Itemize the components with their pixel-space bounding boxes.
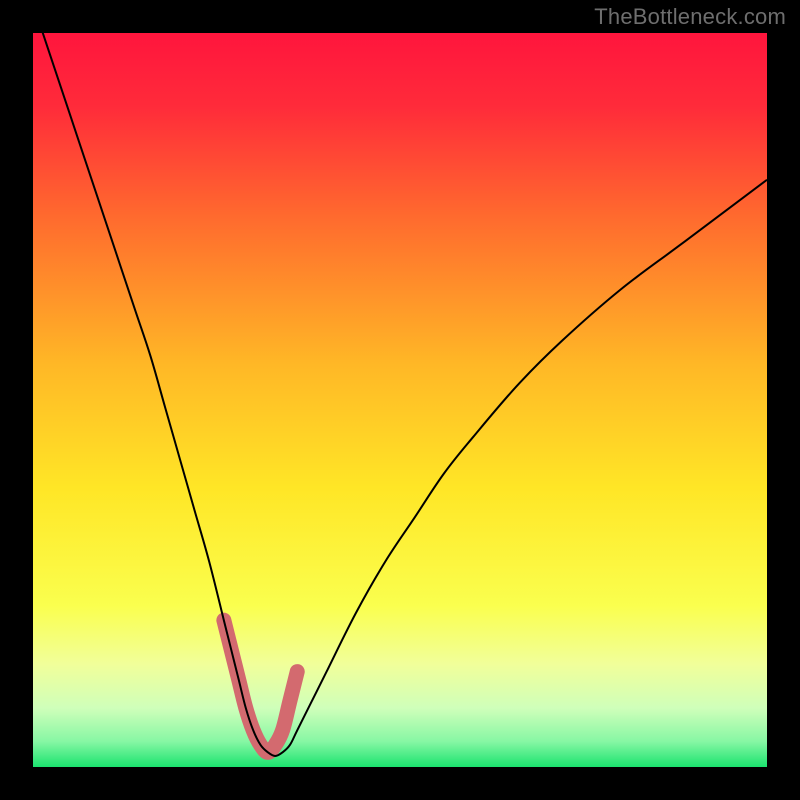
watermark-text: TheBottleneck.com	[594, 4, 786, 30]
plot-background	[33, 33, 767, 767]
chart-svg	[0, 0, 800, 800]
chart-frame: TheBottleneck.com	[0, 0, 800, 800]
